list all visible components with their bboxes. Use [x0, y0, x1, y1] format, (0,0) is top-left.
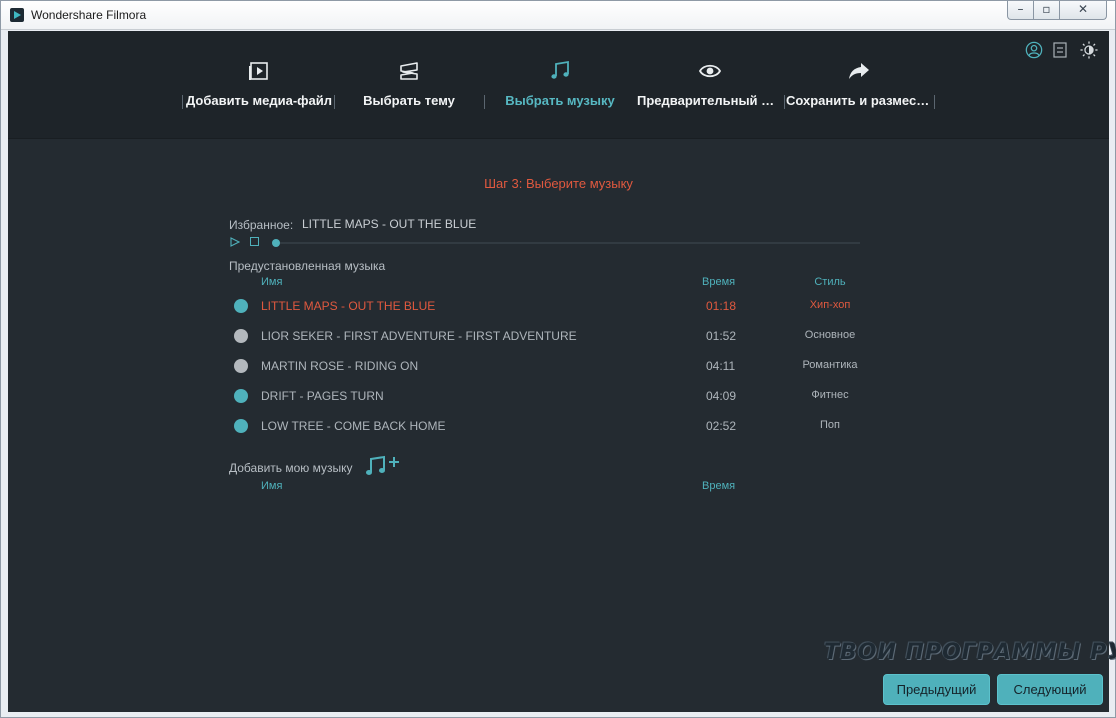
step-label: Выбрать тему [363, 93, 455, 108]
step-separator [334, 95, 335, 109]
media-file-icon [249, 62, 268, 80]
step-choose-theme[interactable]: Выбрать тему [353, 31, 465, 139]
user-icon[interactable] [1025, 41, 1043, 59]
minimize-button[interactable]: – [1007, 1, 1034, 20]
track-row[interactable]: LITTLE MAPS - OUT THE BLUE 01:18 Хип-хоп [230, 291, 870, 321]
step-preview[interactable]: Предварительный просмотр [637, 31, 782, 139]
playback-progress-knob[interactable] [272, 239, 280, 247]
track-status-dot [234, 359, 248, 373]
track-time: 04:09 [706, 389, 737, 403]
track-status-dot [234, 329, 248, 343]
track-style: Поп [820, 419, 840, 431]
favorite-label: Избранное: [229, 218, 294, 232]
track-name: DRIFT - PAGES TURN [261, 389, 384, 403]
maximize-button[interactable]: ▫ [1033, 1, 1060, 20]
track-status-dot [234, 389, 248, 403]
track-time: 02:52 [706, 419, 737, 433]
my-music-column-time: Время [702, 480, 736, 492]
track-name: LITTLE MAPS - OUT THE BLUE [261, 299, 436, 313]
my-music-column-name: Имя [261, 480, 283, 492]
step-label: Сохранить и разместить [786, 93, 932, 108]
preset-music-label: Предустановленная музыка [229, 259, 386, 273]
music-note-icon [551, 60, 569, 79]
watermark-text: ТВОИ ПРОГРАММЫ РУ [824, 640, 1116, 665]
track-status-dot [234, 419, 248, 433]
track-row[interactable]: DRIFT - PAGES TURN 04:09 Фитнес [230, 381, 870, 411]
brightness-icon[interactable] [1080, 41, 1098, 59]
stop-icon[interactable] [250, 237, 259, 246]
step-label: Выбрать музыку [505, 93, 615, 108]
step-label: Добавить медиа-файл [185, 93, 333, 108]
track-name: LOW TREE - COME BACK HOME [261, 419, 446, 433]
step-navigation: Добавить медиа-файл Выбрать тему Выбрать… [8, 31, 1109, 139]
window-title: Wondershare Filmora [31, 8, 147, 22]
track-time: 01:52 [706, 329, 737, 343]
previous-button[interactable]: Предыдущий [883, 674, 990, 705]
step-add-media[interactable]: Добавить медиа-файл [185, 31, 333, 139]
step-save-share[interactable]: Сохранить и разместить [786, 31, 932, 139]
track-name: MARTIN ROSE - RIDING ON [261, 359, 419, 373]
track-name: LIOR SEKER - FIRST ADVENTURE - FIRST ADV… [261, 329, 577, 343]
track-row[interactable]: LOW TREE - COME BACK HOME 02:52 Поп [230, 411, 870, 441]
step-label: Предварительный просмотр [637, 93, 782, 108]
track-style: Хип-хоп [809, 299, 851, 311]
menu-icon[interactable] [1053, 42, 1067, 58]
column-header-time: Время [702, 276, 736, 288]
close-icon: ✕ [1077, 2, 1089, 16]
theme-icon [400, 62, 418, 80]
add-my-music-label: Добавить мою музыку [229, 461, 353, 475]
track-status-dot [234, 299, 248, 313]
step-separator [182, 95, 183, 109]
minimize-icon: – [1017, 2, 1024, 16]
track-row[interactable]: MARTIN ROSE - RIDING ON 04:11 Романтика [230, 351, 870, 381]
column-header-style: Стиль [814, 276, 846, 288]
step-separator [934, 95, 935, 109]
favorite-track-name: LITTLE MAPS - OUT THE BLUE [302, 217, 477, 231]
track-time: 01:18 [706, 299, 737, 313]
add-music-icon[interactable] [364, 455, 402, 477]
playback-progress-track[interactable] [274, 242, 860, 244]
step-choose-music[interactable]: Выбрать музыку [498, 31, 622, 139]
step-separator [784, 95, 785, 109]
app-content: Добавить медиа-файл Выбрать тему Выбрать… [8, 31, 1116, 712]
close-button[interactable]: ✕ [1059, 1, 1107, 20]
share-arrow-icon [849, 63, 869, 79]
play-icon[interactable] [230, 237, 240, 247]
eye-icon [698, 64, 721, 78]
track-style: Фитнес [811, 389, 849, 401]
column-header-name: Имя [261, 276, 283, 288]
maximize-icon: ▫ [1042, 2, 1051, 16]
filmora-app-icon [10, 8, 24, 22]
step-title: Шаг 3: Выберите музыку [484, 176, 633, 191]
title-bar[interactable]: Wondershare Filmora – ▫ ✕ [1, 1, 1115, 30]
track-style: Романтика [802, 359, 858, 371]
track-row[interactable]: LIOR SEKER - FIRST ADVENTURE - FIRST ADV… [230, 321, 870, 351]
track-style: Основное [804, 329, 856, 341]
app-window: Wondershare Filmora – ▫ ✕ Добавить медиа… [0, 0, 1116, 718]
step-separator [484, 95, 485, 109]
next-button[interactable]: Следующий [997, 674, 1103, 705]
track-time: 04:11 [706, 359, 736, 373]
